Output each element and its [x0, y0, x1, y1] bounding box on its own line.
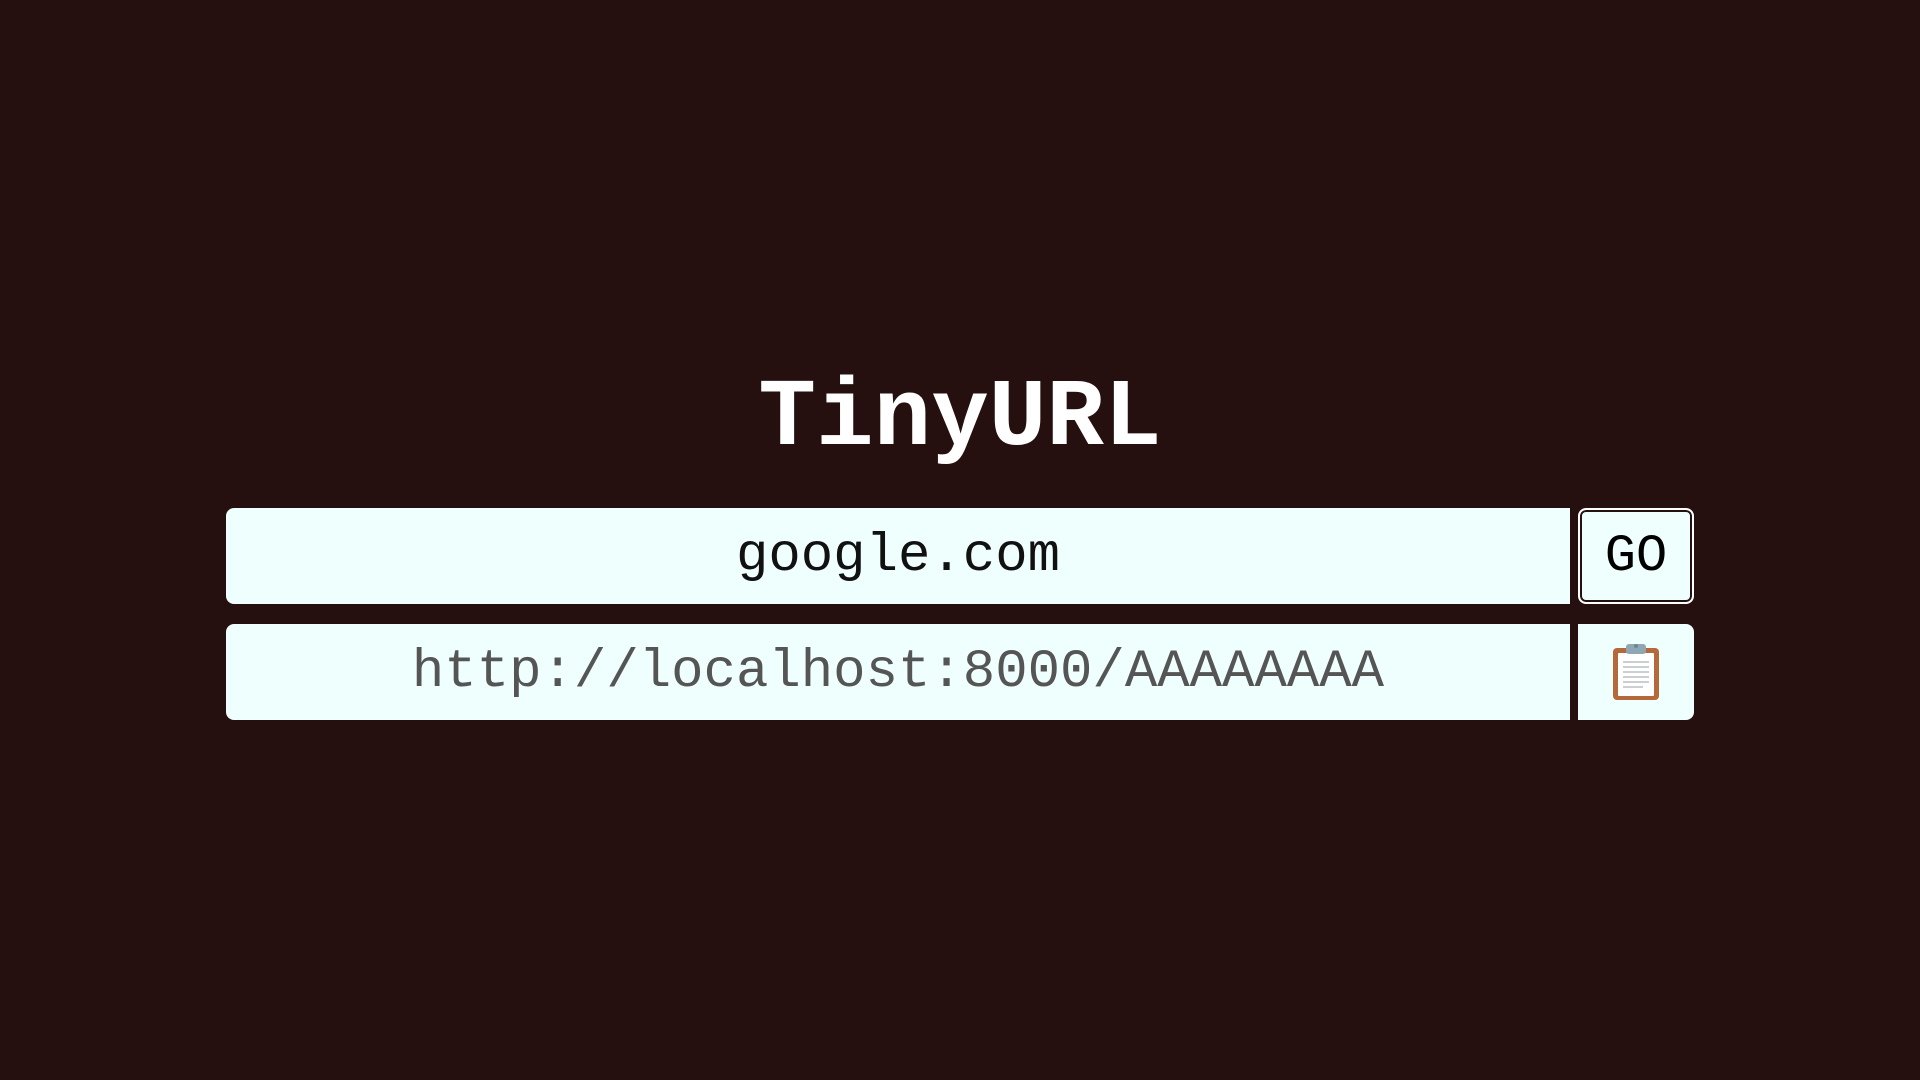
- shorten-form: GO: [226, 508, 1694, 604]
- result-row: http://localhost:8000/AAAAAAAA: [226, 624, 1694, 720]
- go-button[interactable]: GO: [1578, 508, 1694, 604]
- app-title: TinyURL: [758, 364, 1162, 473]
- short-url-output[interactable]: http://localhost:8000/AAAAAAAA: [226, 624, 1570, 720]
- url-input[interactable]: [226, 508, 1570, 604]
- clipboard-icon: [1613, 644, 1659, 700]
- copy-button[interactable]: [1578, 624, 1694, 720]
